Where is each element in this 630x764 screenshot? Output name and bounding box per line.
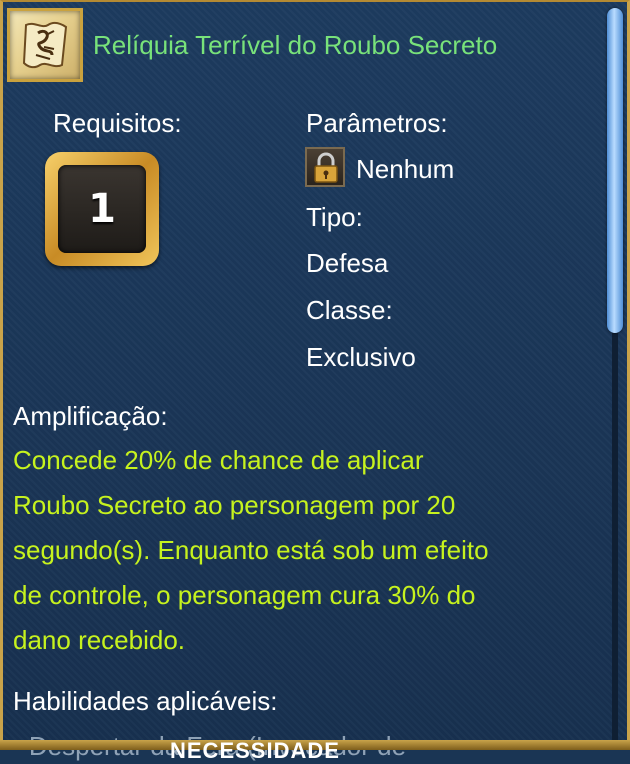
- lock-icon: [305, 147, 345, 187]
- description-line: de controle, o personagem cura 30% do: [13, 580, 476, 610]
- class-value: Exclusivo: [306, 342, 416, 372]
- scrollbar[interactable]: [607, 8, 623, 748]
- class-label: Classe:: [306, 295, 393, 325]
- parameters-value: Nenhum: [356, 154, 455, 184]
- description-line: Concede 20% de chance de aplicar: [13, 445, 424, 475]
- amplification-label: Amplificação:: [13, 401, 168, 431]
- applicable-skills-label: Habilidades aplicáveis:: [13, 686, 278, 716]
- parameters-label: Parâmetros:: [306, 108, 448, 138]
- level-badge: 1: [45, 152, 159, 266]
- requirements-label: Requisitos:: [53, 108, 182, 138]
- bottom-button-label[interactable]: NECESSIDADE: [170, 738, 340, 764]
- item-tooltip-panel: Relíquia Terrível do Roubo Secreto Requi…: [0, 0, 630, 761]
- level-value: 1: [58, 165, 146, 253]
- scroll-thumb[interactable]: [607, 8, 623, 333]
- scroll-map-icon: [7, 8, 83, 82]
- description-line: Roubo Secreto ao personagem por 20: [13, 490, 456, 520]
- type-label: Tipo:: [306, 202, 363, 232]
- description-line: dano recebido.: [13, 625, 186, 655]
- item-title: Relíquia Terrível do Roubo Secreto: [93, 30, 498, 60]
- amplification-description: Concede 20% de chance de aplicar Roubo S…: [13, 438, 593, 663]
- type-value: Defesa: [306, 248, 389, 278]
- description-line: segundo(s). Enquanto está sob um efeito: [13, 535, 489, 565]
